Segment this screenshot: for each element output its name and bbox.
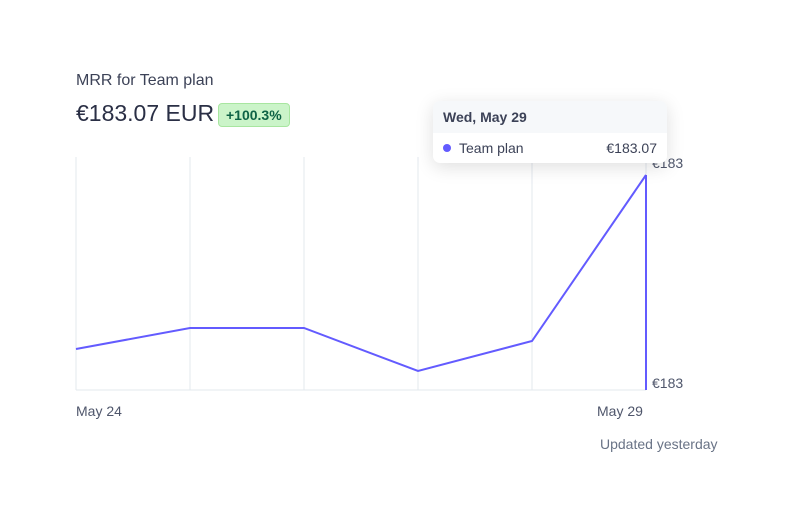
updated-text: Updated yesterday <box>600 436 718 452</box>
series-line-team-plan <box>76 175 646 371</box>
x-tick-label: May 29 <box>597 403 643 419</box>
series-dot-icon <box>443 144 451 152</box>
tooltip-date: Wed, May 29 <box>433 101 667 133</box>
tooltip: Wed, May 29 Team plan €183.07 <box>433 101 667 163</box>
y-tick-bottom: €183 <box>652 375 683 391</box>
tooltip-series: Team plan <box>459 140 524 156</box>
tooltip-value: €183.07 <box>606 140 657 156</box>
x-tick-label: May 24 <box>76 403 122 419</box>
